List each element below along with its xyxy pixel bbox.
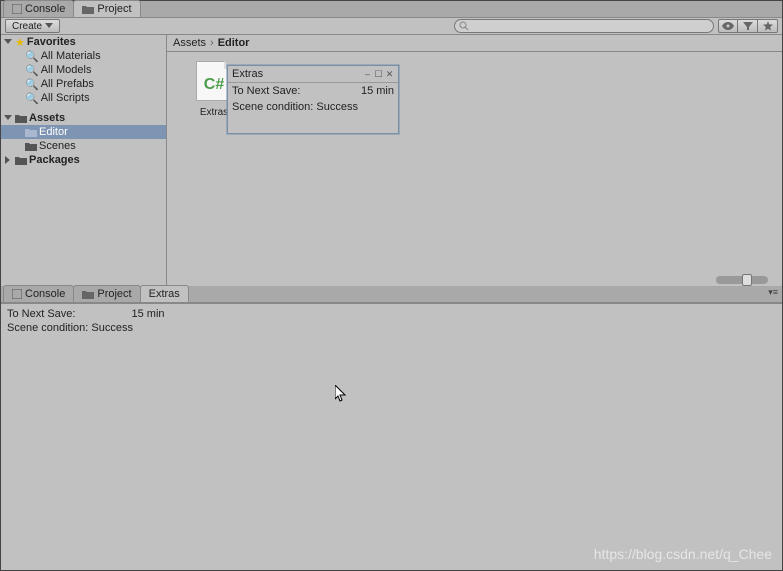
fav-all-scripts[interactable]: 🔍All Scripts (1, 91, 166, 105)
search-fav-icon: 🔍 (25, 78, 39, 91)
popup-titlebar[interactable]: Extras – ☐ ✕ (228, 66, 398, 83)
folder-icon (15, 155, 27, 165)
breadcrumb-current[interactable]: Editor (218, 37, 250, 49)
fav-all-materials[interactable]: 🔍All Materials (1, 49, 166, 63)
popup-title-label: Extras (232, 68, 263, 80)
grid-size-slider[interactable] (716, 276, 768, 284)
popup-max-icon[interactable]: ☐ (374, 70, 383, 79)
console-icon (12, 289, 22, 299)
folder-icon (82, 289, 94, 299)
bottom-project-label: Project (97, 288, 131, 300)
eye-icon (722, 22, 734, 30)
tab-console-label: Console (25, 3, 65, 15)
assets-item-label: Editor (39, 126, 68, 138)
tab-console[interactable]: Console (3, 0, 74, 17)
favorites-label: Favorites (27, 36, 76, 48)
search-icon (459, 21, 469, 31)
search-fav-icon: 🔍 (25, 64, 39, 77)
info-row-save: To Next Save: 15 min (7, 308, 776, 320)
console-icon (12, 4, 22, 14)
favorites-header[interactable]: ★ Favorites (1, 35, 166, 49)
create-label: Create (12, 21, 42, 32)
bottom-extras-label: Extras (149, 288, 180, 300)
breadcrumb-root[interactable]: Assets (173, 37, 206, 49)
fav-label: All Prefabs (41, 78, 94, 90)
triangle-down-icon (4, 38, 12, 46)
packages-header[interactable]: Packages (1, 153, 166, 167)
project-sidebar: ★ Favorites 🔍All Materials 🔍All Models 🔍… (1, 35, 167, 286)
search-fav-icon: 🔍 (25, 50, 39, 63)
top-tab-bar: Console Project (1, 1, 782, 18)
triangle-down-icon (4, 114, 12, 122)
fav-all-models[interactable]: 🔍All Models (1, 63, 166, 77)
popup-row-save: To Next Save: 15 min (228, 83, 398, 99)
filter-icon (743, 22, 753, 30)
bottom-tab-console[interactable]: Console (3, 285, 74, 302)
bottom-tab-extras[interactable]: Extras (140, 285, 189, 302)
chevron-right-icon: › (210, 37, 214, 49)
extras-popup[interactable]: Extras – ☐ ✕ To Next Save: 15 min Scene … (227, 65, 399, 134)
popup-save-value: 15 min (361, 85, 394, 97)
project-main: ★ Favorites 🔍All Materials 🔍All Models 🔍… (1, 35, 782, 286)
project-toolbar: Create (1, 18, 782, 35)
popup-row-scene: Scene condition: Success (228, 99, 398, 115)
bottom-console-label: Console (25, 288, 65, 300)
breadcrumb: Assets › Editor (167, 35, 782, 52)
bottom-tab-bar: Console Project Extras ▾≡ (1, 286, 782, 303)
popup-save-label: To Next Save: (232, 85, 300, 97)
info-save-value: 15 min (131, 308, 164, 320)
toolbar-right-icons (718, 19, 778, 33)
assets-scenes[interactable]: Scenes (1, 139, 166, 153)
cursor-icon (335, 385, 349, 403)
popup-min-icon[interactable]: – (363, 70, 372, 79)
folder-icon (15, 113, 27, 123)
project-content: Assets › Editor C# Extras Extras – ☐ ✕ T… (167, 35, 782, 286)
triangle-right-icon (4, 156, 12, 164)
info-save-label: To Next Save: (7, 308, 75, 320)
star-icon: ★ (15, 36, 25, 49)
fav-label: All Models (41, 64, 92, 76)
bottom-tab-project[interactable]: Project (73, 285, 140, 302)
folder-icon (82, 4, 94, 14)
slider-thumb[interactable] (742, 274, 752, 286)
fav-label: All Materials (41, 50, 101, 62)
chevron-down-icon (45, 23, 53, 29)
hidden-packages-button[interactable] (718, 19, 738, 33)
assets-item-label: Scenes (39, 140, 76, 152)
info-scene-label: Scene condition: Success (7, 322, 133, 334)
watermark-text: https://blog.csdn.net/q_Chee (594, 546, 772, 562)
filter-button[interactable] (738, 19, 758, 33)
assets-label: Assets (29, 112, 65, 124)
search-input[interactable] (454, 19, 714, 33)
tab-project[interactable]: Project (73, 0, 140, 17)
star-icon (763, 21, 773, 31)
fav-label: All Scripts (41, 92, 90, 104)
assets-editor[interactable]: Editor (1, 125, 166, 139)
csharp-badge: C# (197, 76, 231, 94)
folder-icon (25, 127, 37, 137)
folder-icon (25, 141, 37, 151)
packages-label: Packages (29, 154, 80, 166)
popup-close-icon[interactable]: ✕ (385, 70, 394, 79)
assets-header[interactable]: Assets (1, 111, 166, 125)
tab-options-icon[interactable]: ▾≡ (768, 287, 778, 298)
fav-all-prefabs[interactable]: 🔍All Prefabs (1, 77, 166, 91)
tab-project-label: Project (97, 3, 131, 15)
popup-scene-label: Scene condition: Success (232, 101, 358, 113)
search-fav-icon: 🔍 (25, 92, 39, 105)
favorite-button[interactable] (758, 19, 778, 33)
create-button[interactable]: Create (5, 19, 60, 33)
info-row-scene: Scene condition: Success (7, 322, 776, 334)
extras-panel: To Next Save: 15 min Scene condition: Su… (1, 303, 782, 568)
